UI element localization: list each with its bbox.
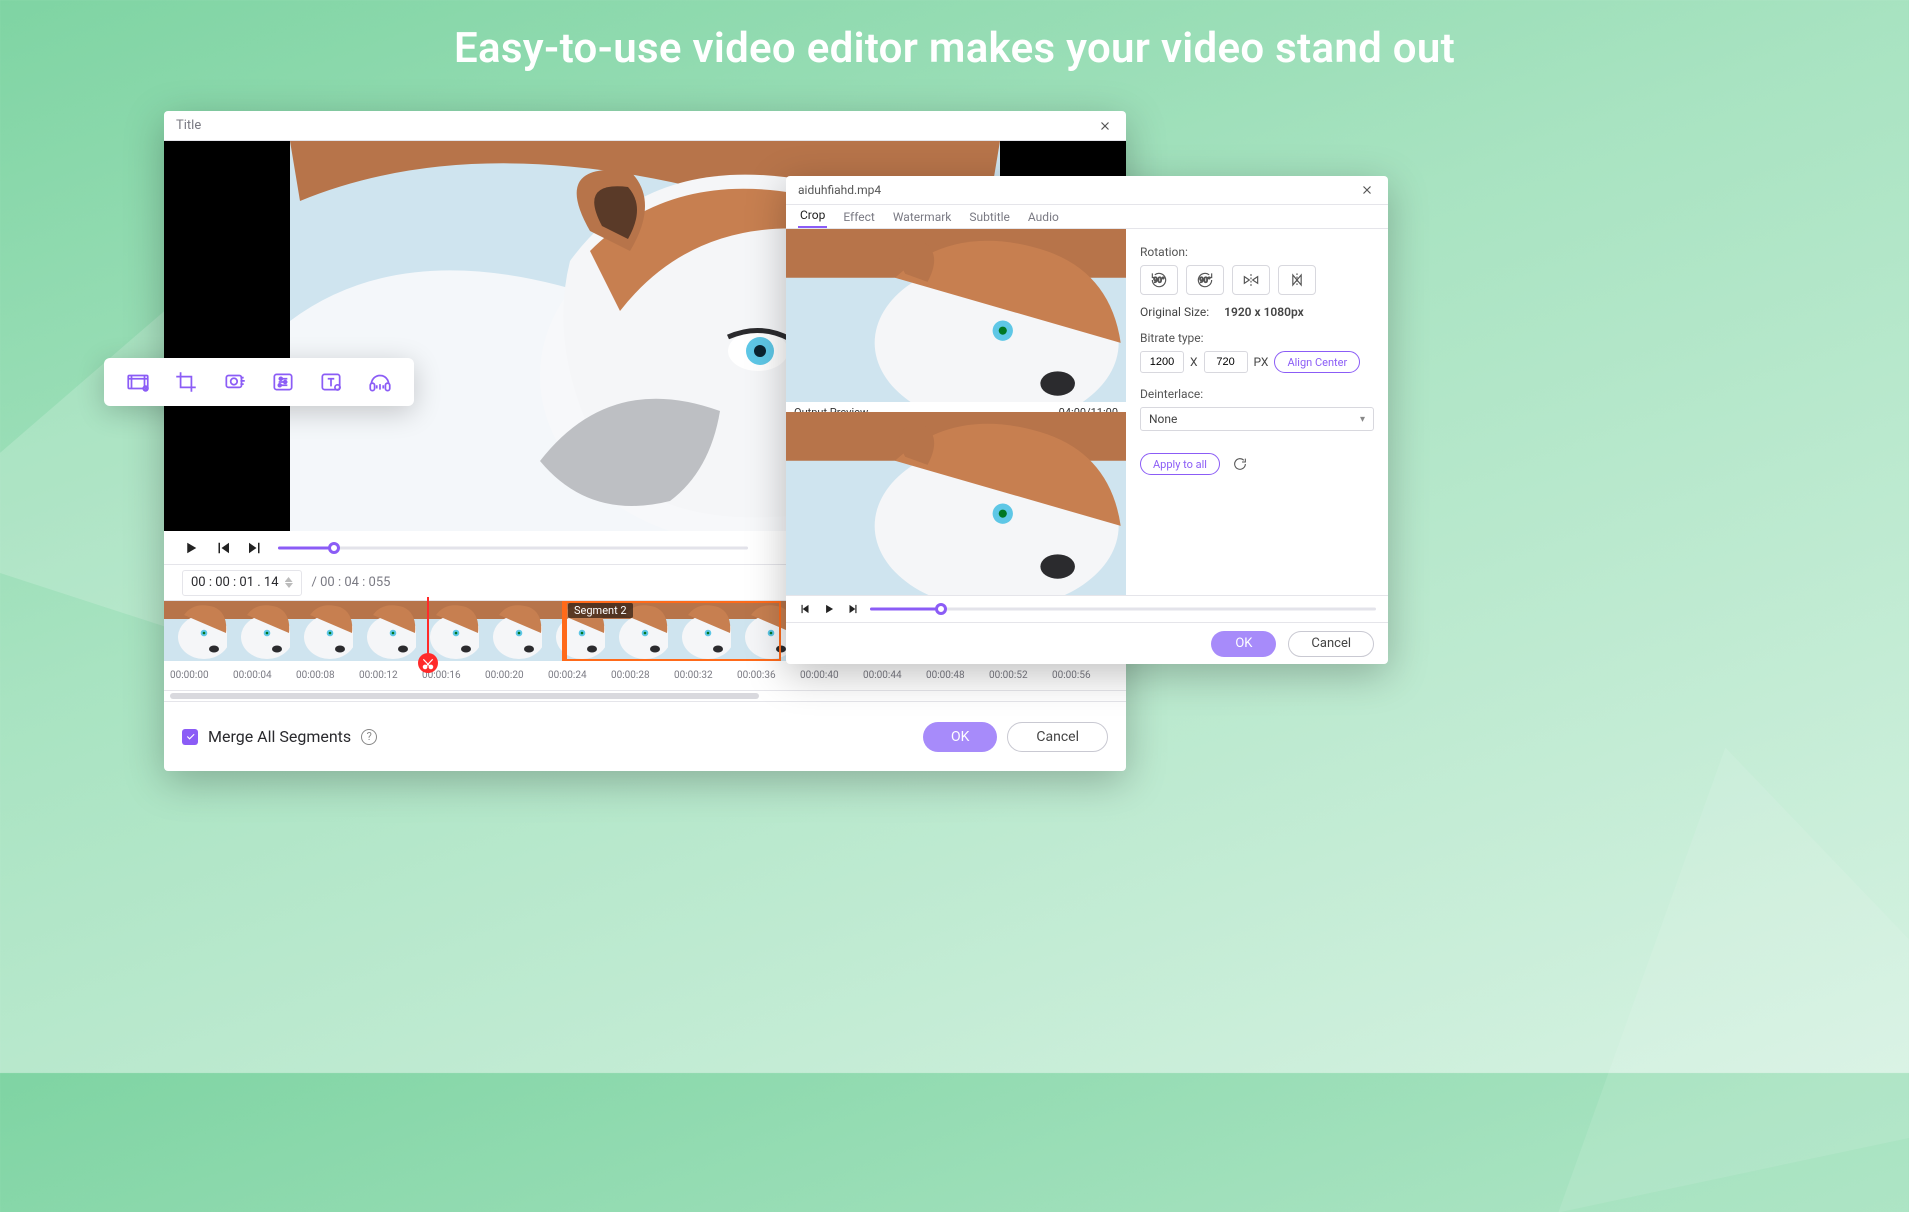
ruler-tick: 00:00:28 bbox=[611, 670, 674, 681]
tab-watermark[interactable]: Watermark bbox=[891, 210, 954, 228]
svg-text:90°: 90° bbox=[1153, 276, 1164, 285]
flip-horizontal-button[interactable] bbox=[1232, 265, 1270, 295]
x-label: X bbox=[1190, 355, 1198, 369]
crop-controls: Rotation: 90° 90° Original Size: 1920 x … bbox=[1126, 229, 1388, 595]
crop-output-preview bbox=[786, 412, 1126, 595]
ok-button[interactable]: OK bbox=[923, 722, 997, 752]
ruler-tick: 00:00:32 bbox=[674, 670, 737, 681]
merge-checkbox[interactable] bbox=[182, 729, 198, 745]
next-icon[interactable] bbox=[246, 539, 264, 557]
panel-cancel-button[interactable]: Cancel bbox=[1288, 631, 1374, 657]
prev-icon[interactable] bbox=[214, 539, 232, 557]
playhead[interactable] bbox=[427, 597, 429, 665]
seek-slider[interactable] bbox=[278, 539, 748, 557]
tab-audio[interactable]: Audio bbox=[1026, 210, 1061, 228]
timeline-thumb[interactable] bbox=[479, 601, 542, 661]
help-icon[interactable]: ? bbox=[361, 729, 377, 745]
timeline-ruler: 00:00:00 00:00:04 00:00:08 00:00:12 00:0… bbox=[164, 661, 1126, 691]
ruler-tick: 00:00:08 bbox=[296, 670, 359, 681]
height-input[interactable] bbox=[1204, 351, 1248, 373]
preview-column: Output Preview 04:00/11:00 bbox=[786, 229, 1126, 595]
ruler-tick: 00:00:40 bbox=[800, 670, 863, 681]
timeline-thumb[interactable] bbox=[290, 601, 353, 661]
trim-icon[interactable] bbox=[125, 369, 151, 395]
width-input[interactable] bbox=[1140, 351, 1184, 373]
rotation-label: Rotation: bbox=[1140, 245, 1374, 259]
ruler-tick: 00:00:12 bbox=[359, 670, 422, 681]
panel-titlebar: aiduhfiahd.mp4 bbox=[786, 176, 1388, 205]
timecode-value: 00 : 00 : 01 . 14 bbox=[191, 575, 279, 590]
editor-title: Title bbox=[176, 118, 201, 133]
rotate-cw-button[interactable]: 90° bbox=[1186, 265, 1224, 295]
timeline-thumb[interactable] bbox=[668, 601, 731, 661]
decorative-triangle bbox=[1471, 694, 1909, 1212]
segment-label: Segment 2 bbox=[568, 603, 633, 618]
editor-titlebar: Title bbox=[164, 111, 1126, 141]
tab-subtitle[interactable]: Subtitle bbox=[967, 210, 1012, 228]
panel-transport bbox=[786, 595, 1388, 622]
panel-seek-slider[interactable] bbox=[870, 600, 1376, 618]
audio-icon[interactable] bbox=[367, 369, 393, 395]
ruler-tick: 00:00:48 bbox=[926, 670, 989, 681]
tab-effect[interactable]: Effect bbox=[841, 210, 877, 228]
panel-tabs: Crop Effect Watermark Subtitle Audio bbox=[786, 205, 1388, 230]
apply-all-button[interactable]: Apply to all bbox=[1140, 453, 1220, 475]
timecode-spinner[interactable] bbox=[285, 577, 293, 588]
flip-vertical-button[interactable] bbox=[1278, 265, 1316, 295]
duration-label: / 00 : 04 : 055 bbox=[312, 575, 391, 590]
ruler-tick: 00:00:52 bbox=[989, 670, 1052, 681]
deinterlace-value: None bbox=[1149, 412, 1177, 426]
panel-filename: aiduhfiahd.mp4 bbox=[798, 183, 881, 197]
original-size-label: Original Size: bbox=[1140, 305, 1209, 319]
close-icon[interactable] bbox=[1096, 117, 1114, 135]
crop-panel: aiduhfiahd.mp4 Crop Effect Watermark Sub… bbox=[786, 176, 1388, 664]
px-label: PX bbox=[1254, 355, 1269, 369]
page-headline: Easy-to-use video editor makes your vide… bbox=[0, 24, 1909, 73]
timeline-thumb[interactable] bbox=[416, 601, 479, 661]
panel-ok-button[interactable]: OK bbox=[1211, 631, 1276, 657]
original-size-value: 1920 x 1080px bbox=[1224, 305, 1304, 319]
scissors-icon bbox=[421, 656, 435, 670]
bitrate-label: Bitrate type: bbox=[1140, 331, 1374, 345]
rotate-ccw-button[interactable]: 90° bbox=[1140, 265, 1178, 295]
step-forward-icon[interactable] bbox=[846, 602, 860, 616]
chevron-down-icon: ▾ bbox=[1360, 414, 1365, 425]
svg-text:90°: 90° bbox=[1199, 276, 1210, 285]
ruler-tick: 00:00:36 bbox=[737, 670, 800, 681]
floating-toolbar bbox=[104, 358, 414, 406]
crop-source-preview[interactable] bbox=[786, 229, 1126, 412]
timeline-thumb[interactable] bbox=[731, 601, 794, 661]
timeline-thumb[interactable] bbox=[164, 601, 227, 661]
ruler-tick: 00:00:44 bbox=[863, 670, 926, 681]
reset-icon[interactable] bbox=[1232, 456, 1248, 472]
panel-footer: OK Cancel bbox=[786, 622, 1388, 664]
editor-footer: Merge All Segments ? OK Cancel bbox=[164, 701, 1126, 771]
ruler-tick: 00:00:24 bbox=[548, 670, 611, 681]
ruler-tick: 00:00:20 bbox=[485, 670, 548, 681]
timeline-thumb[interactable] bbox=[227, 601, 290, 661]
crop-icon[interactable] bbox=[173, 369, 199, 395]
align-center-button[interactable]: Align Center bbox=[1274, 351, 1360, 373]
text-icon[interactable] bbox=[318, 369, 344, 395]
timeline-thumb[interactable] bbox=[353, 601, 416, 661]
close-icon[interactable] bbox=[1358, 181, 1376, 199]
ruler-tick: 00:00:04 bbox=[233, 670, 296, 681]
play-icon[interactable] bbox=[822, 602, 836, 616]
ruler-tick: 00:00:00 bbox=[170, 670, 233, 681]
adjust-icon[interactable] bbox=[270, 369, 296, 395]
effect-icon[interactable] bbox=[222, 369, 248, 395]
ruler-tick: 00:00:56 bbox=[1052, 670, 1115, 681]
step-back-icon[interactable] bbox=[798, 602, 812, 616]
play-icon[interactable] bbox=[182, 539, 200, 557]
deinterlace-label: Deinterlace: bbox=[1140, 387, 1374, 401]
cancel-button[interactable]: Cancel bbox=[1007, 722, 1108, 752]
tab-crop[interactable]: Crop bbox=[798, 208, 827, 228]
timecode-input[interactable]: 00 : 00 : 01 . 14 bbox=[182, 570, 302, 596]
deinterlace-select[interactable]: None ▾ bbox=[1140, 407, 1374, 431]
segment-divider bbox=[562, 601, 567, 661]
merge-label: Merge All Segments bbox=[208, 727, 351, 746]
timeline-scrollbar[interactable] bbox=[164, 691, 1126, 701]
